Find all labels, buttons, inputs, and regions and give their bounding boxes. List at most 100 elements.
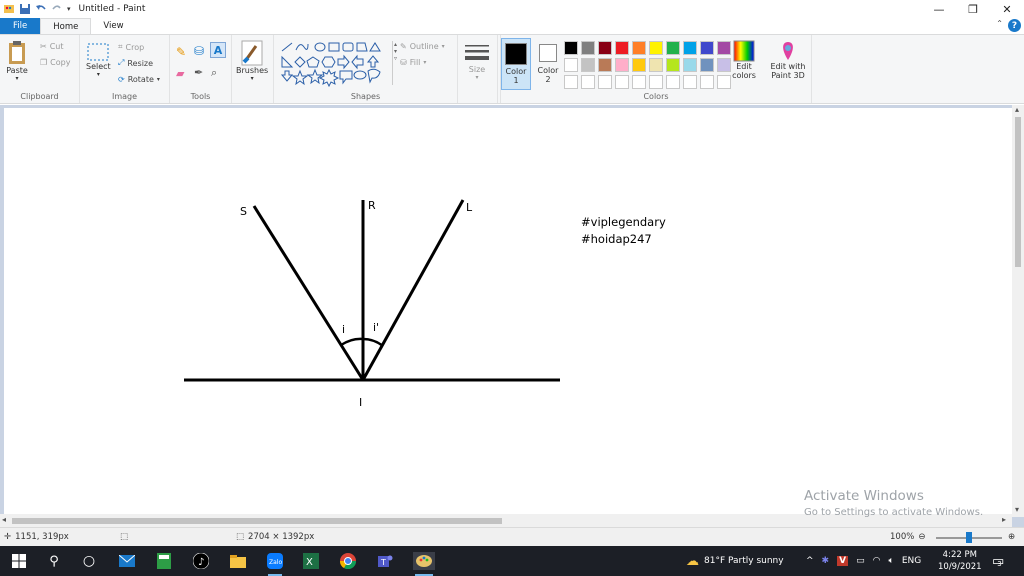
fill-bucket-icon[interactable]: ⛁ [194, 44, 204, 58]
crop-button[interactable]: ⌗ Crop [118, 42, 144, 52]
vertical-scroll-thumb[interactable] [1015, 117, 1021, 267]
tab-view[interactable]: View [91, 18, 135, 34]
vertical-scrollbar[interactable]: ▴ ▾ [1012, 105, 1024, 517]
palette-swatch[interactable] [683, 58, 697, 72]
close-icon[interactable]: ✕ [990, 0, 1024, 18]
rotate-button[interactable]: ⟳ Rotate ▾ [118, 75, 160, 84]
zalo-icon[interactable]: Zalo [266, 552, 284, 576]
cortana-icon[interactable]: ○ [80, 552, 98, 570]
volume-icon[interactable]: 🔈︎ [888, 556, 893, 566]
text-tool-icon[interactable]: A [210, 42, 226, 58]
weather-widget[interactable]: ☁ 81°F Partly sunny [686, 546, 784, 576]
battery-icon[interactable]: ▭ [856, 556, 865, 566]
color1-button[interactable]: Color 1 [501, 38, 531, 90]
palette-swatch[interactable] [666, 41, 680, 55]
copy-button[interactable]: ❐ Copy [40, 58, 70, 67]
palette-swatch[interactable] [683, 41, 697, 55]
palette-swatch[interactable] [581, 75, 595, 89]
edit-colors-button[interactable]: Edit colors [732, 40, 756, 80]
palette-swatch[interactable] [615, 75, 629, 89]
down-arrow-shape-icon [280, 70, 294, 82]
palette-swatch[interactable] [700, 75, 714, 89]
palette-swatch[interactable] [632, 41, 646, 55]
palette-swatch[interactable] [615, 41, 629, 55]
save-icon[interactable] [19, 3, 31, 15]
teams-tray-icon[interactable]: ✱ [822, 556, 830, 566]
palette-swatch[interactable] [632, 58, 646, 72]
palette-swatch[interactable] [581, 41, 595, 55]
search-icon[interactable]: ⚲ [45, 552, 63, 570]
label-i: i [342, 323, 345, 336]
redo-icon[interactable] [51, 3, 63, 15]
collapse-ribbon-icon[interactable]: ⌃ [996, 19, 1003, 28]
language-indicator[interactable]: ENG [902, 556, 921, 566]
watermark-subtitle: Go to Settings to activate Windows. [804, 507, 984, 518]
tab-file[interactable]: File [0, 18, 41, 34]
color-picker-icon[interactable]: ✒ [194, 66, 203, 79]
brushes-button[interactable]: Brushes ▾ [236, 40, 268, 82]
outline-button[interactable]: ✎ Outline ▾ [400, 42, 445, 51]
restore-icon[interactable]: ❐ [956, 0, 990, 18]
palette-swatch[interactable] [683, 75, 697, 89]
tools-group: ✎ ⛁ A ▰ ✒ ⌕ Tools [170, 35, 232, 103]
help-icon[interactable]: ? [1008, 19, 1021, 32]
windows-start-icon[interactable] [10, 552, 28, 570]
scroll-right-icon[interactable]: ▸ [1002, 515, 1006, 524]
horizontal-scroll-thumb[interactable] [12, 518, 502, 524]
palette-swatch[interactable] [598, 41, 612, 55]
scroll-left-icon[interactable]: ◂ [2, 515, 6, 524]
chrome-icon[interactable] [339, 552, 357, 570]
undo-icon[interactable] [35, 3, 47, 15]
notification-center[interactable]: ▭ 3 [992, 546, 1004, 576]
palette-swatch[interactable] [564, 58, 578, 72]
resize-button[interactable]: ⤢ Resize [118, 58, 153, 68]
excel-icon[interactable]: X [302, 552, 320, 570]
zoom-out-icon[interactable]: ⊖ [918, 532, 925, 542]
fill-button[interactable]: ⛁ Fill ▾ [400, 58, 426, 67]
cut-button[interactable]: ✂ Cut [40, 42, 64, 51]
teams-icon[interactable]: T [376, 552, 394, 570]
shapes-gallery[interactable] [280, 41, 392, 89]
wifi-icon[interactable]: ◠ [873, 556, 881, 566]
palette-swatch[interactable] [666, 75, 680, 89]
tab-home[interactable]: Home [40, 18, 92, 34]
palette-swatch[interactable] [615, 58, 629, 72]
palette-swatch[interactable] [581, 58, 595, 72]
palette-swatch[interactable] [717, 41, 731, 55]
tray-expand-icon[interactable]: ^ [806, 556, 814, 566]
palette-swatch[interactable] [649, 75, 663, 89]
palette-swatch[interactable] [700, 58, 714, 72]
scroll-up-icon[interactable]: ▴ [1015, 105, 1019, 114]
vpn-tray-icon[interactable]: V [837, 556, 849, 566]
zoom-slider-thumb[interactable] [966, 532, 972, 543]
drawing-canvas[interactable]: S R L i i' I #viplegendary #hoidap247 [4, 108, 1012, 514]
mail-icon[interactable] [118, 552, 136, 570]
scroll-down-icon[interactable]: ▾ [1015, 505, 1019, 514]
tiktok-icon[interactable]: ♪ [192, 552, 210, 570]
clock[interactable]: 4:22 PM 10/9/2021 [938, 546, 982, 576]
pencil-icon[interactable]: ✎ [176, 45, 186, 59]
shapes-scroll[interactable]: ▴ ▾ ▿ [392, 41, 398, 85]
eraser-icon[interactable]: ▰ [176, 67, 184, 80]
magnifier-icon[interactable]: ⌕ [211, 66, 217, 80]
palette-swatch[interactable] [666, 58, 680, 72]
color2-button[interactable]: Color 2 [533, 38, 563, 88]
palette-swatch[interactable] [598, 58, 612, 72]
palette-swatch[interactable] [632, 75, 646, 89]
palette-swatch[interactable] [700, 41, 714, 55]
palette-swatch[interactable] [649, 41, 663, 55]
file-explorer-icon[interactable] [229, 552, 247, 570]
palette-swatch[interactable] [649, 58, 663, 72]
zoom-in-icon[interactable]: ⊕ [1008, 532, 1015, 542]
palette-swatch[interactable] [598, 75, 612, 89]
edit-paint3d-button[interactable]: Edit with Paint 3D [768, 40, 808, 80]
customize-qat-icon[interactable]: ▾ [67, 5, 71, 13]
select-button[interactable]: Select ▾ [86, 42, 111, 78]
paste-button[interactable]: Paste ▾ [6, 40, 28, 82]
size-button[interactable]: Size ▾ [464, 43, 490, 81]
calculator-icon[interactable] [155, 552, 173, 570]
palette-swatch[interactable] [564, 41, 578, 55]
paint-taskbar-icon[interactable] [413, 552, 435, 576]
palette-swatch[interactable] [564, 75, 578, 89]
minimize-icon[interactable]: — [922, 0, 956, 18]
